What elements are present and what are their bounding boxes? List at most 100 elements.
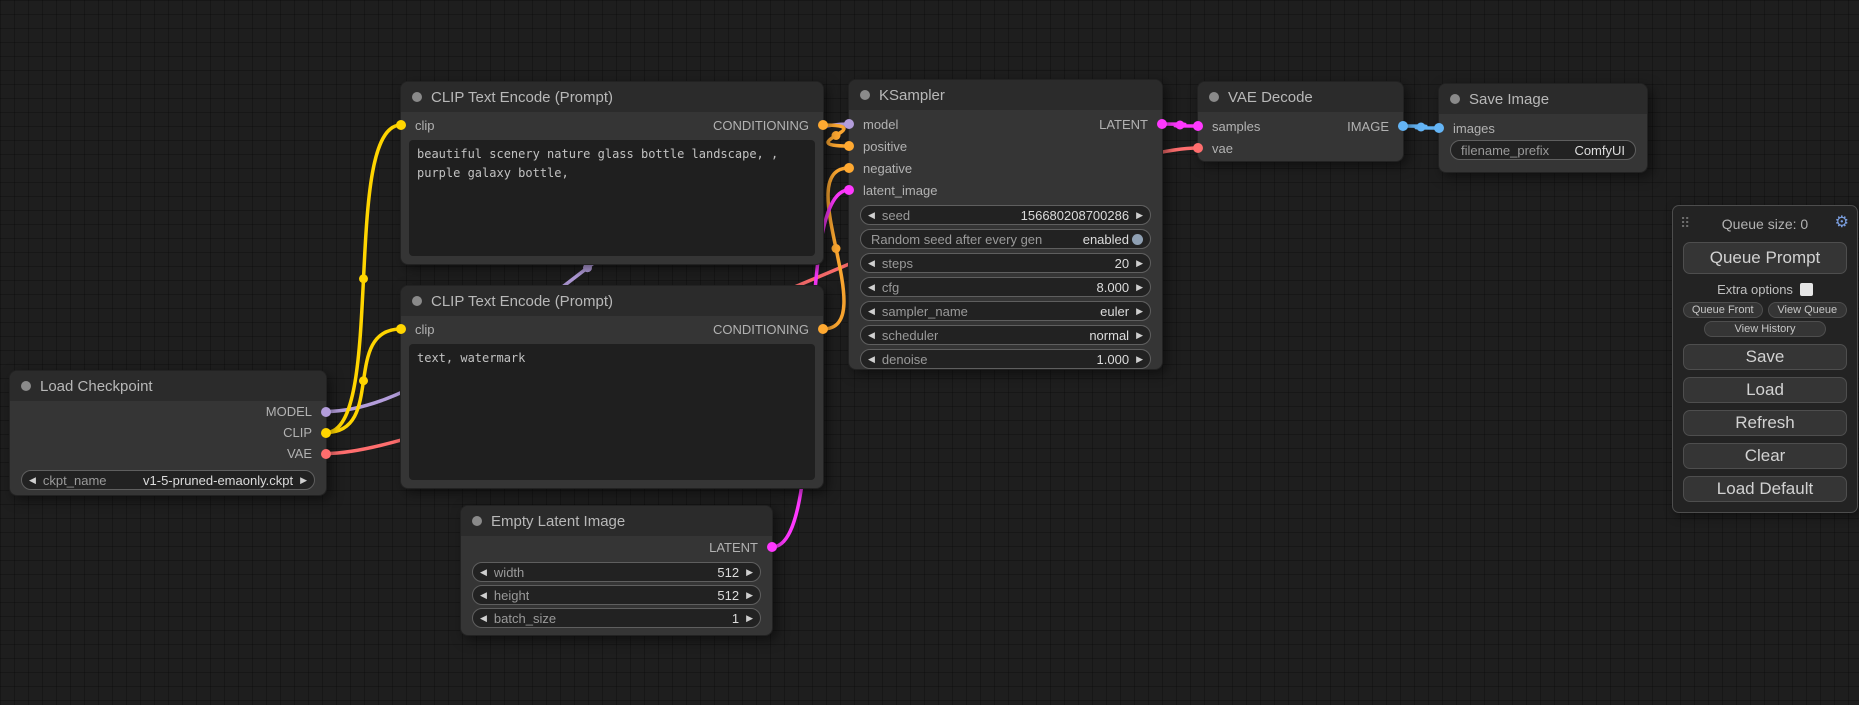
decrement-arrow-icon[interactable]: ◀	[868, 355, 875, 364]
output-dot-clip[interactable]	[321, 428, 331, 438]
node-title-bar[interactable]: Empty Latent Image	[461, 506, 772, 536]
input-dot-positive[interactable]	[844, 141, 854, 151]
refresh-button[interactable]: Refresh	[1683, 410, 1847, 436]
graph-canvas[interactable]: Load Checkpoint MODEL CLIP VAE ◀ ckpt_na…	[0, 0, 1859, 705]
next-arrow-icon[interactable]: ▶	[300, 476, 307, 485]
node-title-bar[interactable]: Load Checkpoint	[10, 371, 326, 401]
widget-width[interactable]: ◀ width 512 ▶	[472, 562, 761, 582]
input-dot-model[interactable]	[844, 119, 854, 129]
node-vae-decode[interactable]: VAE Decode samples IMAGE vae	[1197, 81, 1404, 162]
collapse-dot-icon[interactable]	[860, 90, 870, 100]
positive-prompt-textarea[interactable]: beautiful scenery nature glass bottle la…	[409, 140, 815, 256]
widget-label: sampler_name	[882, 304, 968, 319]
input-dot-vae[interactable]	[1193, 143, 1203, 153]
extra-options-checkbox[interactable]	[1800, 283, 1813, 296]
widget-label: cfg	[882, 280, 899, 295]
extra-options-label: Extra options	[1717, 282, 1793, 297]
input-dot-negative[interactable]	[844, 163, 854, 173]
increment-arrow-icon[interactable]: ▶	[1136, 355, 1143, 364]
slot-label-vae: VAE	[287, 446, 312, 461]
input-dot-clip[interactable]	[396, 324, 406, 334]
output-dot-vae[interactable]	[321, 449, 331, 459]
output-dot-conditioning[interactable]	[818, 324, 828, 334]
input-dot-clip[interactable]	[396, 120, 406, 130]
node-empty-latent-image[interactable]: Empty Latent Image LATENT ◀ width 512 ▶ …	[460, 505, 773, 636]
widget-label: denoise	[882, 352, 928, 367]
widget-cfg[interactable]: ◀ cfg 8.000 ▶	[860, 277, 1151, 297]
widget-value: 1	[732, 611, 739, 626]
node-clip-text-encode-negative[interactable]: CLIP Text Encode (Prompt) clip CONDITION…	[400, 285, 824, 489]
slot-row-samples-image: samples IMAGE	[1198, 115, 1403, 137]
gear-icon[interactable]: ⚙	[1835, 214, 1849, 232]
widget-value: 156680208700286	[1021, 208, 1129, 223]
widget-denoise[interactable]: ◀ denoise 1.000 ▶	[860, 349, 1151, 369]
node-title-bar[interactable]: VAE Decode	[1198, 82, 1403, 112]
widget-seed[interactable]: ◀ seed 156680208700286 ▶	[860, 205, 1151, 225]
prev-arrow-icon[interactable]: ◀	[868, 307, 875, 316]
output-dot-image[interactable]	[1398, 121, 1408, 131]
widget-filename-prefix[interactable]: filename_prefix ComfyUI	[1450, 140, 1636, 160]
increment-arrow-icon[interactable]: ▶	[1136, 283, 1143, 292]
collapse-dot-icon[interactable]	[1209, 92, 1219, 102]
output-dot-latent[interactable]	[767, 542, 777, 552]
increment-arrow-icon[interactable]: ▶	[746, 614, 753, 623]
queue-front-button[interactable]: Queue Front	[1683, 302, 1763, 318]
negative-prompt-textarea[interactable]: text, watermark	[409, 344, 815, 480]
queue-prompt-button[interactable]: Queue Prompt	[1683, 242, 1847, 274]
decrement-arrow-icon[interactable]: ◀	[480, 591, 487, 600]
decrement-arrow-icon[interactable]: ◀	[480, 614, 487, 623]
widget-height[interactable]: ◀ height 512 ▶	[472, 585, 761, 605]
load-button[interactable]: Load	[1683, 377, 1847, 403]
view-history-button[interactable]: View History	[1704, 321, 1825, 337]
output-dot-conditioning[interactable]	[818, 120, 828, 130]
node-title-bar[interactable]: Save Image	[1439, 84, 1647, 114]
input-dot-latent-image[interactable]	[844, 185, 854, 195]
collapse-dot-icon[interactable]	[412, 92, 422, 102]
input-slot-negative: negative	[849, 157, 1162, 179]
save-button[interactable]: Save	[1683, 344, 1847, 370]
increment-arrow-icon[interactable]: ▶	[746, 591, 753, 600]
collapse-dot-icon[interactable]	[412, 296, 422, 306]
input-dot-samples[interactable]	[1193, 121, 1203, 131]
widget-steps[interactable]: ◀ steps 20 ▶	[860, 253, 1151, 273]
widget-control-after-generate[interactable]: Random seed after every gen enabled	[860, 229, 1151, 249]
toggle-knob[interactable]	[1132, 234, 1143, 245]
widget-ckpt-name[interactable]: ◀ ckpt_name v1-5-pruned-emaonly.ckpt ▶	[21, 470, 315, 490]
widget-scheduler[interactable]: ◀ scheduler normal ▶	[860, 325, 1151, 345]
widget-value: 512	[717, 565, 739, 580]
clear-button[interactable]: Clear	[1683, 443, 1847, 469]
prev-arrow-icon[interactable]: ◀	[29, 476, 36, 485]
decrement-arrow-icon[interactable]: ◀	[868, 259, 875, 268]
output-dot-model[interactable]	[321, 407, 331, 417]
decrement-arrow-icon[interactable]: ◀	[868, 283, 875, 292]
node-title: CLIP Text Encode (Prompt)	[431, 89, 613, 106]
widget-batch-size[interactable]: ◀ batch_size 1 ▶	[472, 608, 761, 628]
node-load-checkpoint[interactable]: Load Checkpoint MODEL CLIP VAE ◀ ckpt_na…	[9, 370, 327, 496]
load-default-button[interactable]: Load Default	[1683, 476, 1847, 502]
increment-arrow-icon[interactable]: ▶	[1136, 259, 1143, 268]
view-queue-button[interactable]: View Queue	[1768, 302, 1848, 318]
next-arrow-icon[interactable]: ▶	[1136, 331, 1143, 340]
input-dot-images[interactable]	[1434, 123, 1444, 133]
increment-arrow-icon[interactable]: ▶	[746, 568, 753, 577]
decrement-arrow-icon[interactable]: ◀	[868, 211, 875, 220]
node-title-bar[interactable]: CLIP Text Encode (Prompt)	[401, 82, 823, 112]
node-save-image[interactable]: Save Image images filename_prefix ComfyU…	[1438, 83, 1648, 173]
increment-arrow-icon[interactable]: ▶	[1136, 211, 1143, 220]
next-arrow-icon[interactable]: ▶	[1136, 307, 1143, 316]
queue-actions-row: Queue Front View Queue	[1683, 302, 1847, 318]
output-dot-latent[interactable]	[1157, 119, 1167, 129]
drag-handle-icon[interactable]: ⠿	[1680, 215, 1690, 232]
node-ksampler[interactable]: KSampler model LATENT positive negative …	[848, 79, 1163, 370]
collapse-dot-icon[interactable]	[1450, 94, 1460, 104]
widget-sampler-name[interactable]: ◀ sampler_name euler ▶	[860, 301, 1151, 321]
prev-arrow-icon[interactable]: ◀	[868, 331, 875, 340]
collapse-dot-icon[interactable]	[472, 516, 482, 526]
node-title-bar[interactable]: CLIP Text Encode (Prompt)	[401, 286, 823, 316]
node-title-bar[interactable]: KSampler	[849, 80, 1162, 110]
output-slot-vae: VAE	[10, 443, 326, 464]
node-clip-text-encode-positive[interactable]: CLIP Text Encode (Prompt) clip CONDITION…	[400, 81, 824, 265]
decrement-arrow-icon[interactable]: ◀	[480, 568, 487, 577]
widget-label: filename_prefix	[1461, 143, 1549, 158]
collapse-dot-icon[interactable]	[21, 381, 31, 391]
